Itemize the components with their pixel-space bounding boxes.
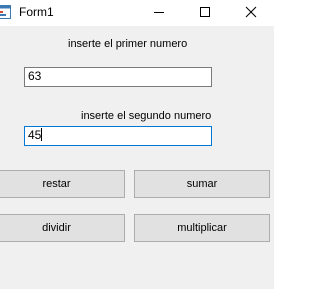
- form-window: Form1 inserte el primer numero 63 insert…: [0, 0, 276, 289]
- minimize-icon: [153, 6, 165, 21]
- sumar-button[interactable]: sumar: [134, 170, 270, 198]
- app-icon: [0, 5, 11, 19]
- window-right-edge: [274, 0, 276, 289]
- multiplicar-button[interactable]: multiplicar: [134, 214, 270, 242]
- second-number-value: 45: [28, 128, 42, 142]
- label-first-number: inserte el primer numero: [68, 38, 188, 50]
- window-title: Form1: [19, 5, 54, 19]
- dividir-button[interactable]: dividir: [0, 214, 125, 242]
- second-number-input[interactable]: 45: [24, 126, 212, 146]
- close-icon: [245, 6, 257, 21]
- text-caret: [41, 128, 43, 141]
- close-button[interactable]: [228, 0, 274, 26]
- minimize-button[interactable]: [136, 0, 182, 26]
- first-number-input[interactable]: 63: [24, 67, 212, 87]
- maximize-button[interactable]: [182, 0, 228, 26]
- label-second-number: inserte el segundo numero: [81, 110, 212, 122]
- maximize-icon: [199, 6, 211, 21]
- first-number-value: 63: [28, 69, 42, 83]
- restar-button[interactable]: restar: [0, 170, 125, 198]
- title-bar[interactable]: Form1: [0, 0, 276, 26]
